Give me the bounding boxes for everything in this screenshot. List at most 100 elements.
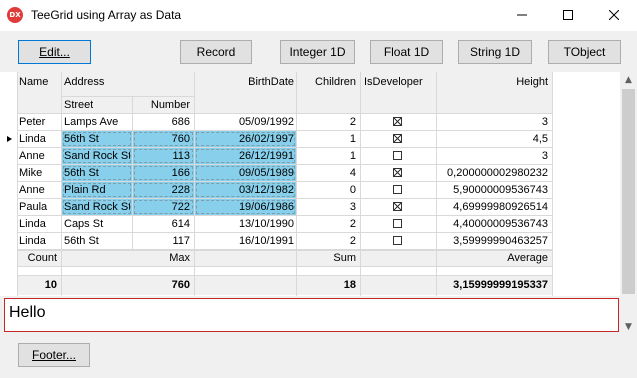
checkbox-unchecked-icon[interactable] bbox=[393, 151, 402, 160]
cell-name[interactable]: Anne bbox=[19, 148, 59, 164]
cell-number[interactable]: 722 bbox=[134, 199, 190, 215]
cell-children[interactable]: 2 bbox=[298, 233, 356, 249]
header-children[interactable]: Children bbox=[298, 74, 356, 90]
window-title: TeeGrid using Array as Data bbox=[31, 8, 182, 22]
cell-street[interactable]: 56th St bbox=[64, 131, 130, 147]
integer-1d-button[interactable]: Integer 1D bbox=[280, 40, 355, 64]
cell-number[interactable]: 686 bbox=[134, 114, 190, 130]
checkbox-unchecked-icon[interactable] bbox=[393, 236, 402, 245]
cell-birthdate[interactable]: 05/09/1992 bbox=[196, 114, 294, 130]
scroll-down-icon[interactable]: ▼ bbox=[620, 319, 637, 336]
title-bar: DX TeeGrid using Array as Data bbox=[0, 0, 637, 31]
header-birthdate[interactable]: BirthDate bbox=[196, 74, 294, 90]
cell-street[interactable]: Caps St bbox=[64, 216, 130, 232]
minimize-button[interactable] bbox=[499, 0, 545, 31]
checkbox-unchecked-icon[interactable] bbox=[393, 185, 402, 194]
cell-birthdate[interactable]: 19/06/1986 bbox=[196, 199, 294, 215]
maximize-button[interactable] bbox=[545, 0, 591, 31]
totals-label-sum: Sum bbox=[333, 252, 356, 264]
footer-button[interactable]: Footer... bbox=[18, 343, 90, 367]
cell-height[interactable]: 3,59999990463257 bbox=[438, 233, 548, 249]
cell-birthdate[interactable]: 26/12/1991 bbox=[196, 148, 294, 164]
totals-label-count: Count bbox=[27, 252, 57, 264]
checkbox-checked-icon[interactable] bbox=[393, 134, 402, 143]
header-address[interactable]: Address bbox=[64, 74, 104, 90]
string-1d-button[interactable]: String 1D bbox=[458, 40, 532, 64]
grid-line bbox=[296, 72, 297, 296]
checkbox-unchecked-icon[interactable] bbox=[393, 219, 402, 228]
edit-button[interactable]: Edit... bbox=[18, 40, 91, 64]
app-icon: DX bbox=[7, 7, 23, 23]
cell-birthdate[interactable]: 13/10/1990 bbox=[196, 216, 294, 232]
cell-name[interactable]: Mike bbox=[19, 165, 59, 181]
cell-number[interactable]: 614 bbox=[134, 216, 190, 232]
cell-street[interactable]: Plain Rd bbox=[64, 182, 130, 198]
grid-line bbox=[17, 72, 18, 296]
grid-line bbox=[132, 96, 133, 250]
scroll-up-icon[interactable]: ▲ bbox=[620, 72, 637, 89]
cell-children[interactable]: 0 bbox=[298, 182, 356, 198]
cell-street[interactable]: Lamps Ave bbox=[64, 114, 130, 130]
cell-children[interactable]: 3 bbox=[298, 199, 356, 215]
scrollbar-thumb[interactable] bbox=[622, 89, 635, 294]
cell-children[interactable]: 4 bbox=[298, 165, 356, 181]
close-icon bbox=[608, 9, 620, 21]
cell-number[interactable]: 117 bbox=[134, 233, 190, 249]
grid-line bbox=[436, 72, 437, 296]
cell-name[interactable]: Linda bbox=[19, 216, 59, 232]
grid-line bbox=[552, 72, 553, 296]
cell-children[interactable]: 1 bbox=[298, 148, 356, 164]
tobject-button[interactable]: TObject bbox=[548, 40, 621, 64]
grid-line bbox=[17, 266, 553, 267]
cell-height[interactable]: 3 bbox=[438, 114, 548, 130]
current-row-indicator-icon bbox=[7, 136, 12, 142]
cell-number[interactable]: 228 bbox=[134, 182, 190, 198]
cell-number[interactable]: 166 bbox=[134, 165, 190, 181]
cell-height[interactable]: 4,69999980926514 bbox=[438, 199, 548, 215]
cell-height[interactable]: 0,200000002980232 bbox=[438, 165, 548, 181]
record-button[interactable]: Record bbox=[180, 40, 252, 64]
cell-birthdate[interactable]: 03/12/1982 bbox=[196, 182, 294, 198]
cell-height[interactable]: 4,5 bbox=[438, 131, 548, 147]
cell-birthdate[interactable]: 16/10/1991 bbox=[196, 233, 294, 249]
cell-name[interactable]: Anne bbox=[19, 182, 59, 198]
cell-height[interactable]: 4,40000009536743 bbox=[438, 216, 548, 232]
tee-grid[interactable]: Name Address Street Number BirthDate Chi… bbox=[0, 72, 620, 296]
cell-street[interactable]: 56th St bbox=[64, 233, 130, 249]
cell-name[interactable]: Peter bbox=[19, 114, 59, 130]
cell-name[interactable]: Linda bbox=[19, 131, 59, 147]
totals-value-max: 760 bbox=[171, 279, 190, 291]
cell-name[interactable]: Linda bbox=[19, 233, 59, 249]
cell-birthdate[interactable]: 09/05/1989 bbox=[196, 165, 294, 181]
cell-birthdate[interactable]: 26/02/1997 bbox=[196, 131, 294, 147]
footer-button-label: Footer... bbox=[31, 348, 77, 362]
cell-height[interactable]: 3 bbox=[438, 148, 548, 164]
cell-children[interactable]: 2 bbox=[298, 114, 356, 130]
header-name[interactable]: Name bbox=[19, 74, 48, 90]
cell-street[interactable]: 56th St bbox=[64, 165, 130, 181]
totals-label-max: Max bbox=[169, 252, 190, 264]
float-1d-button[interactable]: Float 1D bbox=[370, 40, 443, 64]
grid-line bbox=[360, 72, 361, 296]
cell-children[interactable]: 2 bbox=[298, 216, 356, 232]
checkbox-checked-icon[interactable] bbox=[393, 117, 402, 126]
cell-street[interactable]: Sand Rock St bbox=[64, 199, 130, 215]
vertical-scrollbar[interactable]: ▲ ▼ bbox=[620, 72, 637, 336]
edit-button-label: Edit... bbox=[39, 45, 70, 59]
cell-name[interactable]: Paula bbox=[19, 199, 59, 215]
header-street[interactable]: Street bbox=[64, 97, 93, 113]
cell-number[interactable]: 113 bbox=[134, 148, 190, 164]
checkbox-checked-icon[interactable] bbox=[393, 168, 402, 177]
header-number[interactable]: Number bbox=[134, 97, 190, 113]
cell-children[interactable]: 1 bbox=[298, 131, 356, 147]
header-isdeveloper[interactable]: IsDeveloper bbox=[364, 74, 423, 90]
header-height[interactable]: Height bbox=[438, 74, 548, 90]
checkbox-checked-icon[interactable] bbox=[393, 202, 402, 211]
totals-value-average: 3,15999999195337 bbox=[453, 279, 548, 291]
cell-height[interactable]: 5,90000009536743 bbox=[438, 182, 548, 198]
memo-field[interactable]: Hello bbox=[4, 298, 619, 332]
grid-line bbox=[17, 113, 553, 114]
close-button[interactable] bbox=[591, 0, 637, 31]
cell-number[interactable]: 760 bbox=[134, 131, 190, 147]
cell-street[interactable]: Sand Rock St bbox=[64, 148, 130, 164]
